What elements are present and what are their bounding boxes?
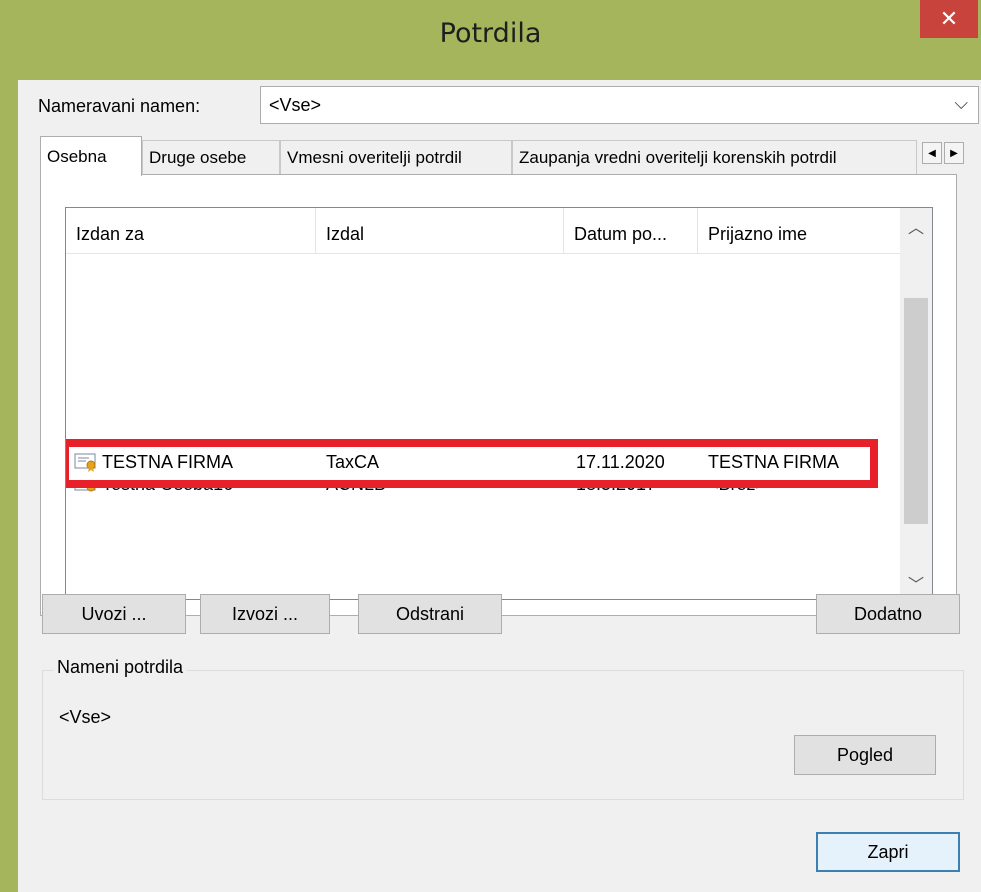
tab-intermediate-cas[interactable]: Vmesni overitelji potrdil	[280, 140, 512, 174]
intended-purpose-value: <Vse>	[269, 95, 322, 115]
export-button[interactable]: Izvozi ...	[200, 594, 330, 634]
tab-panel-personal: Izdan za Izdal Datum po... Prijazno ime …	[40, 174, 957, 616]
scrollbar-thumb[interactable]	[904, 298, 928, 524]
certificate-icon	[74, 480, 96, 492]
list-header: Izdan za Izdal Datum po... Prijazno ime	[66, 208, 902, 254]
tab-strip: Osebna Druge osebe Vmesni overitelji pot…	[40, 136, 980, 176]
window-title: Potrdila	[439, 18, 542, 49]
tab-trusted-root-cas[interactable]: Zaupanja vredni overitelji korenskih pot…	[512, 140, 917, 174]
table-row[interactable]: TESTNA FIRMA TaxCA 17.11.2020 TESTNA FIR…	[66, 448, 902, 478]
column-issued-by[interactable]: Izdal	[316, 208, 564, 254]
dialog-client-area: Nameravani namen: <Vse> ⌵ Osebna Druge o…	[18, 80, 981, 892]
certificate-purposes-value: <Vse>	[59, 707, 112, 727]
cell-friendly-name: <Brez>	[708, 480, 767, 494]
cell-expiration-date: 18.5.2017	[576, 480, 657, 494]
tab-scroll-left-icon[interactable]: ◀	[922, 142, 942, 164]
remove-button[interactable]: Odstrani	[358, 594, 502, 634]
cell-issued-to: TESTNA FIRMA	[102, 452, 234, 472]
certificate-purposes-label: Nameni potrdila	[53, 657, 188, 678]
certificates-window: Potrdila ✕ Nameravani namen: <Vse> ⌵ Ose…	[0, 0, 981, 892]
cell-friendly-name: TESTNA FIRMA	[708, 452, 840, 472]
intended-purpose-label: Nameravani namen:	[38, 96, 201, 116]
column-issued-to[interactable]: Izdan za	[66, 208, 316, 254]
cell-issued-by: TaxCA	[326, 452, 380, 472]
table-row[interactable]: Testna Oseba16 ACNLB 18.5.2017 <Brez>	[66, 480, 902, 498]
close-window-button[interactable]: ✕	[920, 0, 978, 38]
intended-purpose-select[interactable]: <Vse> ⌵	[260, 86, 979, 124]
view-button[interactable]: Pogled	[794, 735, 936, 775]
column-expiration-date[interactable]: Datum po...	[564, 208, 698, 254]
close-button[interactable]: Zapri	[816, 832, 960, 872]
column-friendly-name[interactable]: Prijazno ime	[698, 208, 902, 254]
certificate-icon	[74, 453, 96, 472]
cell-issued-to: Testna Oseba16	[102, 480, 234, 494]
list-vertical-scrollbar[interactable]: ︿ ﹀	[900, 208, 932, 599]
chevron-down-icon[interactable]: ﹀	[900, 571, 932, 595]
certificate-purposes-group: Nameni potrdila <Vse> Pogled	[42, 657, 964, 800]
chevron-up-icon[interactable]: ︿	[900, 214, 932, 238]
close-icon: ✕	[939, 6, 959, 31]
tab-personal[interactable]: Osebna	[40, 136, 142, 176]
title-bar[interactable]: Potrdila ✕	[0, 0, 981, 80]
cell-issued-by: ACNLB	[326, 480, 387, 494]
tab-other-people[interactable]: Druge osebe	[142, 140, 280, 174]
certificate-list[interactable]: Izdan za Izdal Datum po... Prijazno ime …	[65, 207, 933, 600]
advanced-button[interactable]: Dodatno	[816, 594, 960, 634]
import-button[interactable]: Uvozi ...	[42, 594, 186, 634]
tab-scroll-right-icon[interactable]: ▶	[944, 142, 964, 164]
cell-expiration-date: 17.11.2020	[576, 452, 665, 472]
chevron-down-icon: ⌵	[954, 93, 968, 113]
